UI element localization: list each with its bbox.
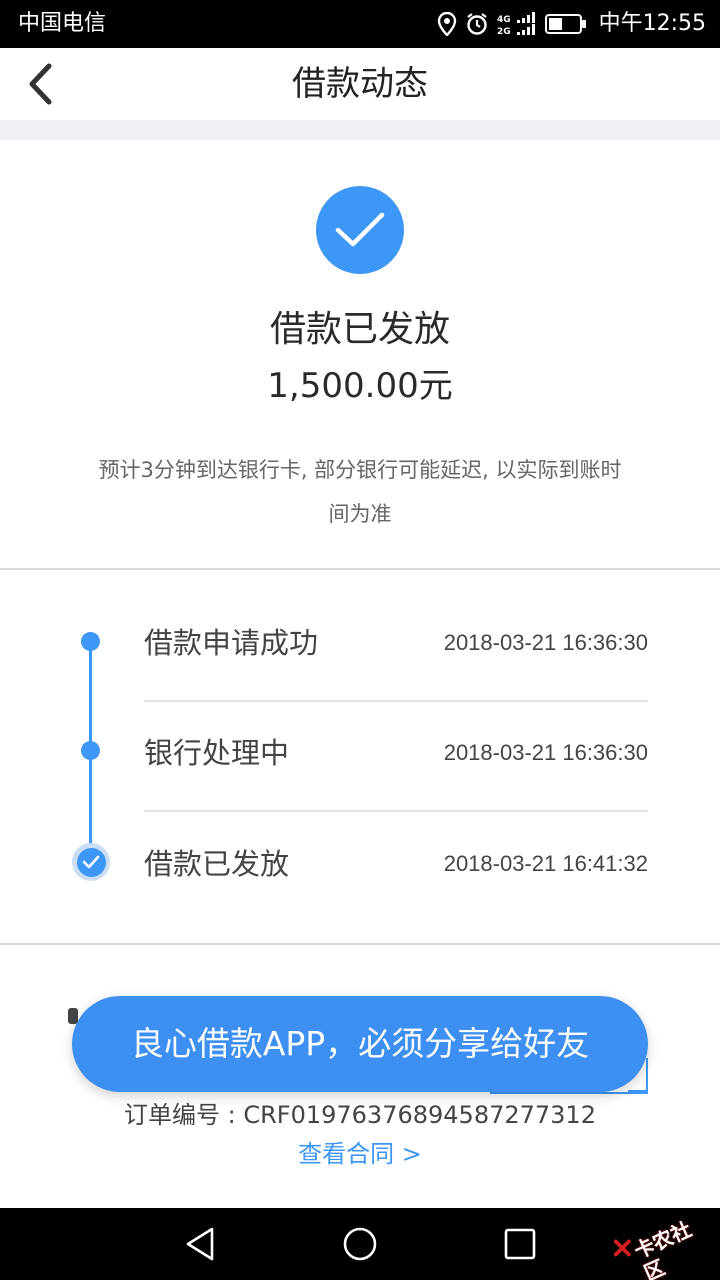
alarm-icon: [465, 12, 489, 36]
arrival-note: 预计3分钟到达银行卡, 部分银行可能延迟, 以实际到账时间为准: [98, 458, 622, 526]
timeline-step: 借款已发放 2018-03-21 16:41:32: [144, 836, 648, 892]
recents-key[interactable]: [500, 1224, 540, 1264]
square-recents-icon: [504, 1228, 536, 1260]
triangle-back-icon: [186, 1227, 214, 1261]
progress-timeline: 借款申请成功 2018-03-21 16:36:30 银行处理中 2018-03…: [0, 570, 720, 944]
svg-text:2G: 2G: [497, 27, 511, 36]
step-label: 借款申请成功: [144, 626, 319, 660]
location-icon: [437, 12, 457, 36]
clock: 中午12:55: [598, 11, 706, 36]
step-label: 借款已发放: [144, 847, 290, 881]
watermark: 卡农社区: [612, 1217, 712, 1280]
step-time: 2018-03-21 16:36:30: [443, 740, 648, 765]
svg-text:4G: 4G: [497, 15, 511, 25]
status-icons: 4G 2G 中午12:55: [437, 8, 706, 40]
obscured-link-underline: [490, 1092, 648, 1094]
section-gap: [0, 120, 720, 140]
signal-icon: 4G 2G: [497, 12, 537, 36]
step-time: 2018-03-21 16:36:30: [443, 630, 648, 655]
share-toast: 良心借款APP，必须分享给好友: [72, 996, 648, 1092]
step-divider: [144, 810, 648, 812]
step-label: 银行处理中: [144, 736, 290, 770]
watermark-logo-icon: [613, 1239, 631, 1257]
carrier-name: 中国电信: [18, 11, 107, 36]
timeline-dot: [81, 741, 100, 760]
timeline-step: 银行处理中 2018-03-21 16:36:30: [144, 725, 648, 781]
watermark-text: 卡农社区: [630, 1216, 695, 1280]
divider: [0, 943, 720, 945]
circle-home-icon: [343, 1227, 377, 1261]
step-time: 2018-03-21 16:41:32: [443, 851, 648, 876]
battery-icon: [544, 13, 587, 35]
success-icon: [316, 186, 404, 274]
loan-amount: 1,500.00元: [267, 366, 453, 406]
timeline-dot: [81, 632, 100, 651]
loan-status: 借款已发放: [269, 309, 450, 350]
step-divider: [144, 700, 648, 702]
system-nav-bar: 卡农社区: [0, 1208, 720, 1280]
timeline-step: 借款申请成功 2018-03-21 16:36:30: [144, 615, 648, 671]
timeline-check-icon: [72, 843, 110, 881]
status-bar: 中国电信 4G 2G 中午12:55: [0, 0, 720, 48]
nav-bar: 借款动态: [0, 48, 720, 120]
back-key[interactable]: [180, 1224, 220, 1264]
status-hero: 借款已发放 1,500.00元 预计3分钟到达银行卡, 部分银行可能延迟, 以实…: [0, 140, 720, 568]
page-title: 借款动态: [292, 64, 428, 104]
order-number: 订单编号 : CRF01976376894587277312: [124, 1101, 596, 1129]
home-key[interactable]: [340, 1224, 380, 1264]
view-contract-link[interactable]: 查看合同 >: [0, 1138, 720, 1170]
